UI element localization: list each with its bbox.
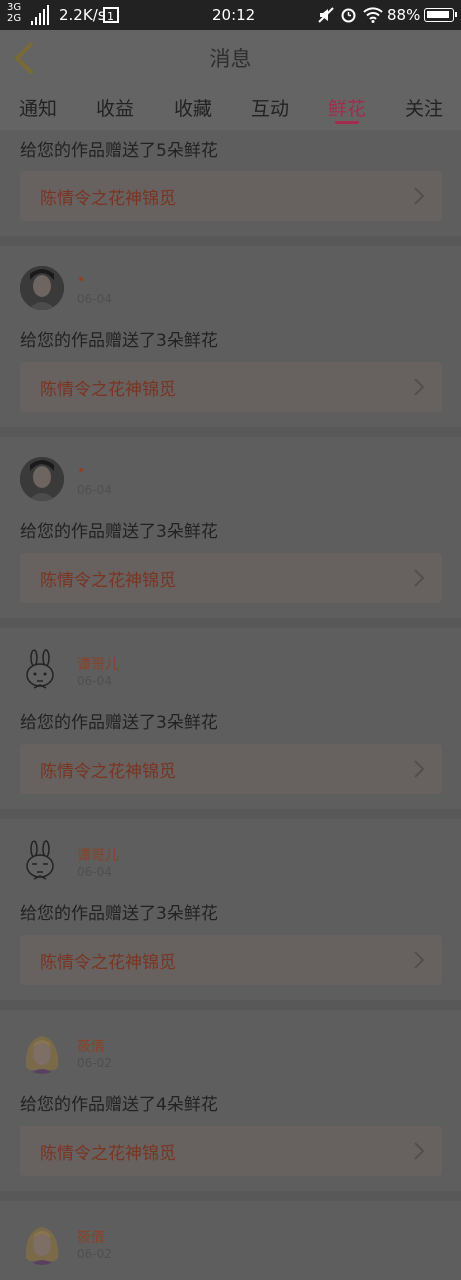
avatar[interactable] [20,266,64,310]
network-type: 3G 2G [7,2,22,24]
divider [0,236,461,246]
work-link[interactable]: 陈情令之花神锦觅 [20,553,442,603]
sender-name: 筱倩 [77,1230,105,1246]
divider [0,809,461,819]
network-speed: 2.2K/s [59,6,106,24]
message-date: 06-02 [77,1056,112,1070]
avatar[interactable] [20,457,64,501]
work-title: 陈情令之花神锦觅 [40,1144,176,1164]
chevron-right-icon [414,1142,424,1160]
gift-message: 给您的作品赠送了3朵鲜花 [20,522,218,542]
avatar[interactable] [20,1221,64,1265]
sender-name: 谭哥儿 [77,657,119,673]
battery-icon [424,8,457,22]
battery-percent: 88% [387,6,421,24]
active-tab-indicator [335,121,359,124]
chevron-right-icon [414,760,424,778]
avatar[interactable] [20,1030,64,1074]
mute-icon [318,7,334,23]
tab-interaction[interactable]: 互动 [251,94,289,121]
avatar[interactable] [20,648,64,692]
tab-notice[interactable]: 通知 [19,94,57,121]
notification-icon: 1 [103,7,119,23]
sender-name: • [77,463,86,479]
chevron-right-icon [414,187,424,205]
signal-icon [31,3,53,25]
clock: 20:12 [212,6,256,24]
svg-text:1: 1 [107,10,114,23]
work-link[interactable]: 陈情令之花神锦觅 [20,1126,442,1176]
gift-message: 给您的作品赠送了3朵鲜花 [20,904,218,924]
tab-flowers[interactable]: 鲜花 [328,94,366,121]
message-date: 06-04 [77,865,112,879]
divider [0,1191,461,1201]
divider [0,1000,461,1010]
work-link[interactable]: 陈情令之花神锦觅 [20,935,442,985]
work-title: 陈情令之花神锦觅 [40,189,176,209]
page-title: 消息 [209,47,252,71]
divider [0,427,461,437]
message-date: 06-04 [77,674,112,688]
gift-message: 给您的作品赠送了3朵鲜花 [20,713,218,733]
alarm-icon [341,8,356,23]
work-title: 陈情令之花神锦觅 [40,762,176,782]
sender-name: 谭哥儿 [77,848,119,864]
chevron-right-icon [414,951,424,969]
work-link[interactable]: 陈情令之花神锦觅 [20,362,442,412]
sender-name: • [77,272,86,288]
tab-bar: 通知 收益 收藏 互动 鲜花 关注 [0,86,461,130]
work-title: 陈情令之花神锦觅 [40,953,176,973]
message-date: 06-04 [77,483,112,497]
chevron-right-icon [414,378,424,396]
gift-message: 给您的作品赠送了3朵鲜花 [20,331,218,351]
avatar[interactable] [20,839,64,883]
divider [0,618,461,628]
chevron-right-icon [414,569,424,587]
app-header: 消息 [0,30,461,87]
gift-message: 给您的作品赠送了4朵鲜花 [20,1095,218,1115]
tab-following[interactable]: 关注 [405,94,443,121]
sender-name: 筱倩 [77,1039,105,1055]
gift-message: 给您的作品赠送了5朵鲜花 [20,141,218,161]
tab-earnings[interactable]: 收益 [96,94,134,121]
work-link[interactable]: 陈情令之花神锦觅 [20,171,442,221]
work-title: 陈情令之花神锦觅 [40,380,176,400]
status-bar: 3G 2G 2.2K/s 1 20:12 88% [0,0,461,30]
wifi-icon [363,7,383,23]
work-title: 陈情令之花神锦觅 [40,571,176,591]
work-link[interactable]: 陈情令之花神锦觅 [20,744,442,794]
message-date: 06-02 [77,1247,112,1261]
message-date: 06-04 [77,292,112,306]
tab-favorites[interactable]: 收藏 [174,94,212,121]
